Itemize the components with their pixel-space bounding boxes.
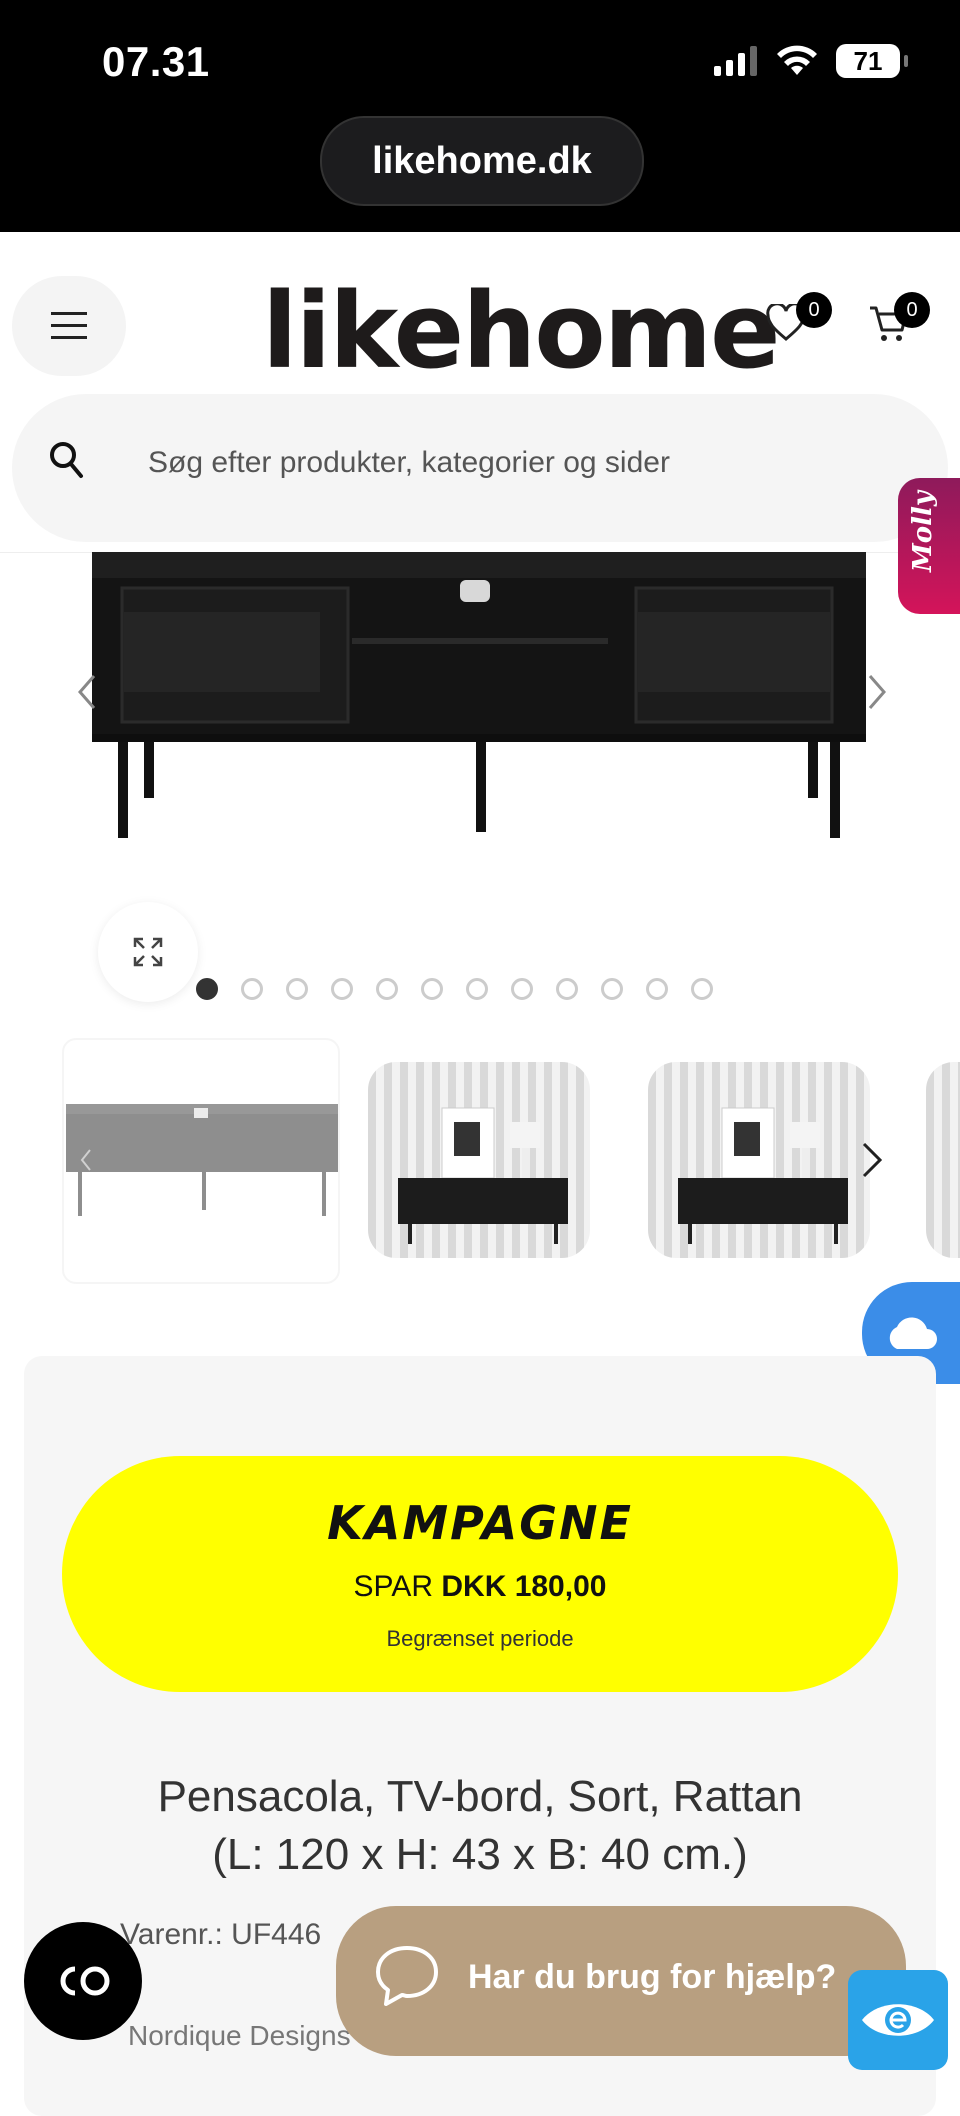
pagination-dot[interactable] xyxy=(421,978,443,1000)
product-title: Pensacola, TV-bord, Sort, Rattan (L: 120… xyxy=(60,1768,900,1884)
tv-bench-thumbnail xyxy=(66,1104,338,1216)
next-image-arrow[interactable] xyxy=(862,672,892,712)
thumbnail-next-arrow[interactable] xyxy=(860,1140,884,1180)
wifi-icon xyxy=(777,45,817,75)
cart-count-badge: 0 xyxy=(894,292,930,328)
thumbnail-1[interactable] xyxy=(62,1038,340,1284)
search-input[interactable]: Søg efter produkter, kategorier og sider xyxy=(148,446,670,480)
site-header: likehome 0 0 Søg efter produkter, katego… xyxy=(0,232,960,553)
product-sku: Varenr.: UF446 xyxy=(120,1918,322,1951)
product-image[interactable] xyxy=(0,552,960,882)
thumbnail-4[interactable] xyxy=(926,1062,960,1258)
accessibility-toggle-icon xyxy=(60,1966,110,1996)
pagination-dot[interactable] xyxy=(286,978,308,1000)
status-bar: 07.31 71 likehome.dk xyxy=(0,0,960,232)
room-scene-thumbnail xyxy=(398,1107,568,1244)
wishlist-count-badge: 0 xyxy=(796,292,832,328)
pagination-dot[interactable] xyxy=(241,978,263,1000)
cart-button[interactable]: 0 xyxy=(868,292,930,364)
campaign-period: Begrænset periode xyxy=(386,1626,574,1651)
room-scene-thumbnail xyxy=(678,1107,848,1244)
pagination-dot[interactable] xyxy=(466,978,488,1000)
expand-image-button[interactable] xyxy=(98,902,198,1002)
signal-icon xyxy=(714,46,757,76)
battery-icon: 71 xyxy=(836,44,908,78)
product-dimensions: (L: 120 x H: 43 x B: 40 cm.) xyxy=(212,1830,748,1879)
accessibility-button[interactable] xyxy=(24,1922,142,2040)
thumbnail-strip xyxy=(0,1038,960,1284)
address-bar[interactable]: likehome.dk xyxy=(320,116,644,206)
campaign-banner: KAMPAGNE SPAR DKK 180,00 Begrænset perio… xyxy=(62,1456,898,1692)
save-amount: DKK 180,00 xyxy=(441,1570,607,1603)
pagination-dot[interactable] xyxy=(691,978,713,1000)
campaign-title: KAMPAGNE xyxy=(327,1496,633,1550)
pagination-dot[interactable] xyxy=(511,978,533,1000)
pagination-dot[interactable] xyxy=(556,978,578,1000)
campaign-savings: SPAR DKK 180,00 xyxy=(62,1570,898,1604)
pagination-dot[interactable] xyxy=(601,978,623,1000)
wishlist-button[interactable]: 0 xyxy=(766,292,832,364)
reader-button[interactable] xyxy=(848,1970,948,2070)
search-icon xyxy=(50,442,83,478)
help-label: Har du brug for hjælp? xyxy=(468,1958,837,1996)
expand-icon xyxy=(133,937,163,967)
product-brand[interactable]: Nordique Designs xyxy=(128,2020,351,2052)
chat-bubble-icon xyxy=(376,1946,438,2006)
eye-icon xyxy=(862,2004,934,2036)
clock: 07.31 xyxy=(102,38,210,85)
cloud-icon xyxy=(889,1317,937,1349)
hamburger-icon xyxy=(51,312,87,339)
status-icons: 71 xyxy=(714,44,908,78)
pagination-dot[interactable] xyxy=(331,978,353,1000)
pagination-dot[interactable] xyxy=(196,978,218,1000)
image-pagination xyxy=(196,978,713,1000)
save-prefix: SPAR xyxy=(353,1570,434,1603)
thumbnail-2[interactable] xyxy=(368,1062,590,1258)
product-title-line: Pensacola, TV-bord, Sort, Rattan xyxy=(157,1772,803,1821)
prev-image-arrow[interactable] xyxy=(72,672,102,712)
pagination-dot[interactable] xyxy=(646,978,668,1000)
thumbnail-3[interactable] xyxy=(648,1062,870,1258)
help-chat-button[interactable]: Har du brug for hjælp? xyxy=(336,1906,906,2056)
pagination-dot[interactable] xyxy=(376,978,398,1000)
search-bar[interactable]: Søg efter produkter, kategorier og sider xyxy=(12,394,948,542)
menu-button[interactable] xyxy=(12,276,126,376)
site-logo[interactable]: likehome xyxy=(262,270,781,392)
